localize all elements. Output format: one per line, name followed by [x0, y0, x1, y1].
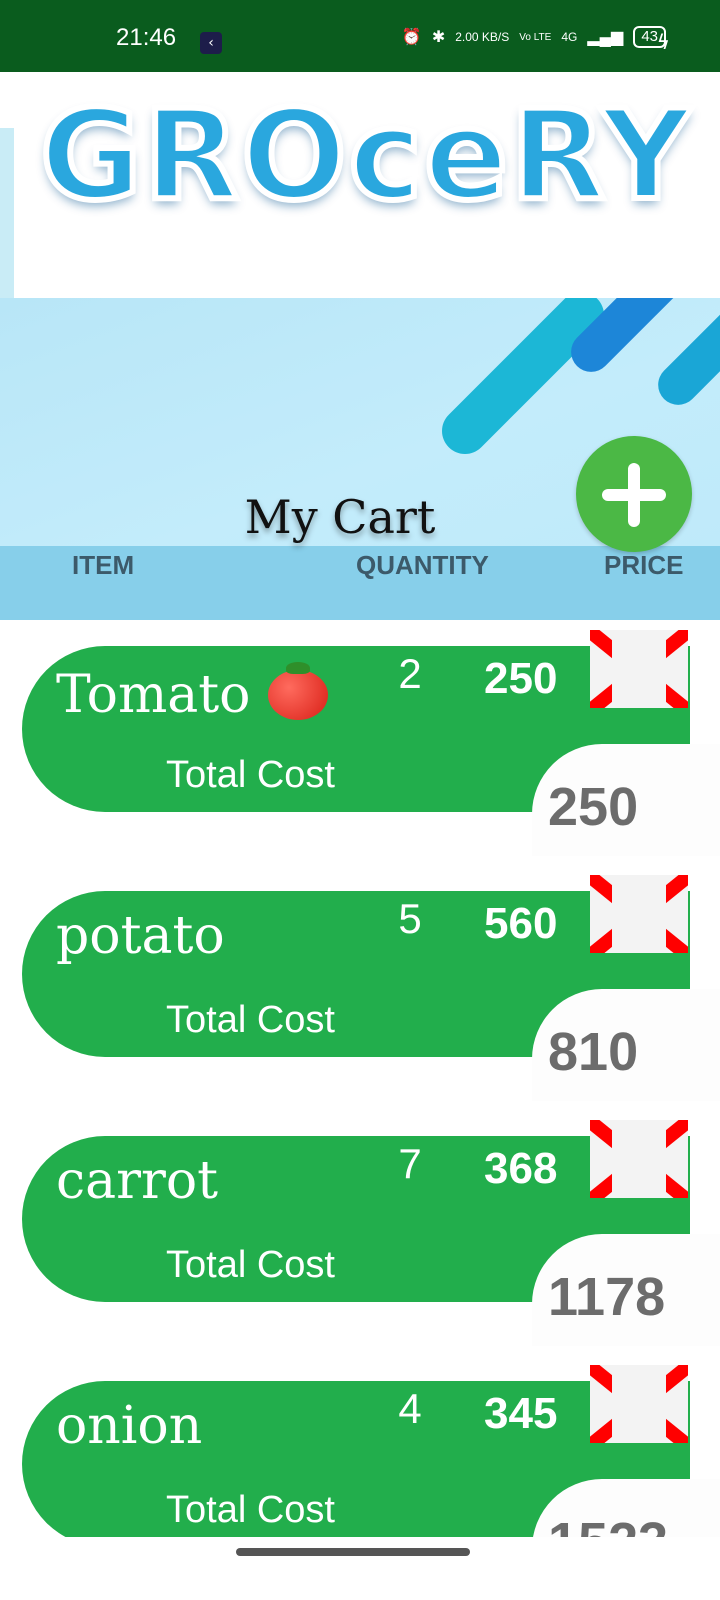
delete-item-button[interactable]	[590, 875, 688, 953]
cart-item[interactable]: onion 4 345 Total Cost 1523	[0, 1361, 720, 1537]
cart-item[interactable]: potato 5 560 Total Cost 810	[0, 871, 720, 1101]
item-name: carrot	[56, 1151, 219, 1211]
item-quantity: 5	[398, 895, 422, 942]
item-name: onion	[56, 1396, 203, 1456]
item-price: 345	[484, 1389, 558, 1438]
grocery-logo: GROceRY	[37, 84, 694, 228]
signal-label: 4G	[561, 30, 578, 44]
alarm-icon: ⏰	[401, 29, 422, 46]
home-indicator[interactable]	[236, 1548, 470, 1556]
volte-indicator: Vo LTE	[519, 31, 552, 43]
system-status-icons: ⏰ ✱ 2.00 KB/S Vo LTE 4G ▂▄▆ 43	[402, 26, 666, 48]
network-speed: 2.00 KB/S	[455, 30, 510, 44]
item-name: Tomato	[56, 665, 251, 725]
total-cost-label: Total Cost	[166, 1244, 335, 1286]
delete-item-button[interactable]	[590, 630, 688, 708]
add-item-button[interactable]	[576, 436, 692, 552]
total-cost-label: Total Cost	[166, 754, 335, 796]
running-total: 1523	[548, 1511, 668, 1537]
signal-icon: ▂▄▆	[587, 29, 624, 46]
item-price: 560	[484, 899, 558, 948]
logo-side-strip	[0, 128, 14, 298]
decor-stripe	[649, 298, 720, 414]
delete-item-button[interactable]	[590, 1365, 688, 1443]
running-total: 810	[548, 1022, 639, 1082]
item-quantity: 7	[398, 1140, 422, 1187]
status-bar: 21:46 ‹ ⏰ ✱ 2.00 KB/S Vo LTE 4G ▂▄▆ 43 ϟ	[0, 0, 720, 72]
decor-stripe	[432, 298, 614, 464]
total-cost-label: Total Cost	[166, 1489, 335, 1531]
status-time: 21:46	[116, 24, 177, 51]
item-quantity: 4	[398, 1385, 422, 1432]
item-price: 250	[484, 654, 558, 703]
app-notification-icon: ‹	[200, 32, 222, 54]
charging-icon: ϟ	[656, 30, 670, 54]
delete-item-button[interactable]	[590, 1120, 688, 1198]
item-quantity: 2	[398, 650, 422, 697]
total-cost-label: Total Cost	[166, 999, 335, 1041]
cart-item[interactable]: carrot 7 368 Total Cost 1178	[0, 1116, 720, 1346]
cart-item-clip: onion 4 345 Total Cost 1523	[0, 1361, 720, 1537]
cart-table-header: ITEM QUANTITY PRICE	[0, 546, 720, 620]
running-total: 250	[548, 777, 639, 837]
bluetooth-icon: ✱	[431, 29, 446, 46]
header-price: PRICE	[604, 550, 684, 580]
header-item: ITEM	[72, 550, 135, 580]
header-quantity: QUANTITY	[356, 550, 489, 580]
item-name: potato	[56, 906, 225, 966]
tomato-icon	[264, 660, 330, 720]
item-price: 368	[484, 1144, 558, 1193]
cart-item[interactable]: Tomato 2 250 Total Cost 250	[0, 626, 720, 856]
running-total: 1178	[548, 1267, 666, 1327]
